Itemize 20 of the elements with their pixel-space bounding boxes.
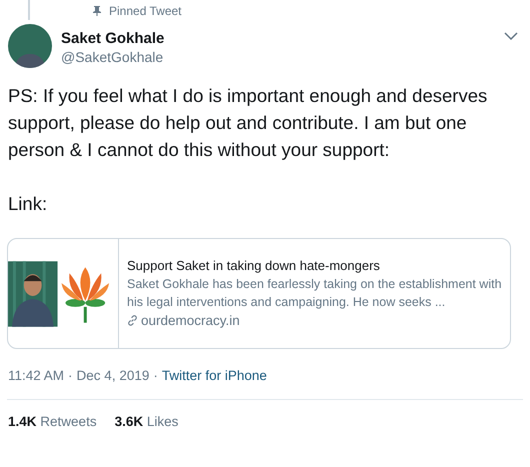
card-title: Support Saket in taking down hate-mongers (127, 256, 381, 274)
tweet-date: Dec 4, 2019 (76, 367, 150, 385)
card-description: Saket Gokhale has been fearlessly taking on the establishment with his legal interventions and campaigning. He now seeks ... (127, 276, 503, 310)
card-domain: ourdemocracy.in (141, 312, 240, 330)
pinned-label: Pinned Tweet (109, 3, 182, 20)
source-link[interactable]: Twitter for iPhone (162, 366, 267, 386)
tweet-time: 11:42 AM (8, 367, 64, 385)
link-card[interactable]: Support Saket in taking down hate-mongers Saket Gokhale has been fearlessly taking on the establishment with his legal interventions and campaigning. He now seeks ... ourdemocracy.in (7, 238, 511, 349)
author-name[interactable]: Saket Gokhale (61, 30, 164, 48)
pin-icon (93, 6, 101, 16)
separator-dot: · (68, 367, 73, 385)
avatar (8, 24, 52, 68)
tweet-text: PS: If you feel what I do is important enough and deserves support, please do help out and contribute. I am but one person & I cannot do this without your support: (8, 84, 488, 162)
tweet-text: Link: (8, 192, 48, 216)
author-handle[interactable]: @SaketGokhale (61, 48, 164, 66)
stat-link[interactable]: 1.4K Retweets (8, 412, 97, 432)
stat-link[interactable]: 3.6K Likes (114, 412, 178, 432)
link-icon (127, 315, 138, 326)
separator-dot: · (153, 367, 158, 385)
chevron-down-icon[interactable] (504, 32, 518, 40)
